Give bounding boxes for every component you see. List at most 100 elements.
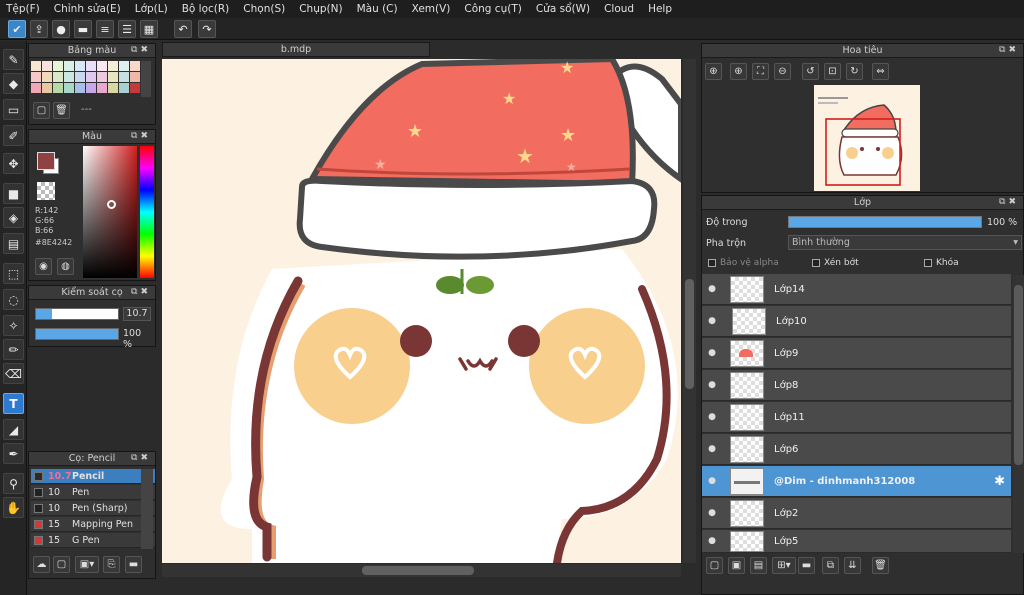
chat-icon[interactable]: ● [52,20,70,38]
layer-row-lop9[interactable]: ● Lớp9 [702,338,1011,369]
brush-add-icon[interactable]: ▣▾ [75,556,99,573]
menu-layer[interactable]: Lớp(L) [135,3,168,15]
layer-row-lop10[interactable]: ● Lớp10 [702,306,1011,337]
merge-layer-icon[interactable]: ⇊ [844,557,861,574]
picker-cursor[interactable] [107,200,116,209]
palette-swatch[interactable] [119,83,129,93]
layer-row-signature[interactable]: ● @Dim - dinhmanh312008 ✱ [702,466,1011,497]
brush-duplicate-icon[interactable]: ⎘ [103,556,120,573]
duplicate-layer-icon[interactable]: ⧉ [822,557,839,574]
text-tool-icon[interactable]: T [3,393,24,414]
lasso-tool-icon[interactable]: ◌ [3,289,24,310]
palette-swatch[interactable] [75,83,85,93]
palette-swatch[interactable] [86,72,96,82]
grid-icon[interactable]: ▦ [140,20,158,38]
panel-controls-icon[interactable]: ⧉✖ [131,287,151,297]
select-rect-tool-icon[interactable]: ⬚ [3,263,24,284]
menu-color[interactable]: Màu (C) [357,3,398,15]
saturation-value-picker[interactable] [83,146,137,278]
zoom-out-icon[interactable]: ⊖ [774,63,791,80]
brush-tool-icon[interactable]: ✎ [3,49,24,70]
comment-icon[interactable]: ▬ [74,20,92,38]
shape-tool-icon[interactable]: ◢ [3,419,24,440]
palette-swatch[interactable] [86,61,96,71]
brush-cloud-icon[interactable]: ☁ [33,556,50,573]
gradient-tool-icon[interactable]: ▤ [3,233,24,254]
palette-swatch[interactable] [53,83,63,93]
palette-swatch[interactable] [64,61,74,71]
panel-controls-icon[interactable]: ⧉✖ [131,453,151,463]
palette-swatch[interactable] [31,61,41,71]
layer-opacity-slider[interactable] [788,216,982,228]
visibility-icon[interactable]: ● [704,476,720,486]
menu-select[interactable]: Chọn(S) [243,3,285,15]
palette-swatch[interactable] [75,72,85,82]
palette-swatch[interactable] [31,72,41,82]
palette-swatch[interactable] [53,72,63,82]
layer-folder-icon[interactable]: ▬ [798,557,815,574]
eyedropper-tool-icon[interactable]: ⚲ [3,473,24,494]
layer-row-lop11[interactable]: ● Lớp11 [702,402,1011,433]
brush-size-slider[interactable] [35,308,119,320]
zoom-in-icon[interactable]: ⊕ [730,63,747,80]
hand-tool-icon[interactable]: ✋ [3,497,24,518]
flip-icon[interactable]: ⇔ [872,63,889,80]
list-icon[interactable]: ☰ [118,20,136,38]
palette-swatch[interactable] [97,72,107,82]
new-layer-icon[interactable]: ▢ [706,557,723,574]
brush-opacity-slider[interactable] [35,328,119,340]
trash-icon[interactable]: 🗑 [53,102,70,119]
layer-list-scrollbar[interactable] [1013,275,1024,553]
palette-swatch[interactable] [130,83,140,93]
menu-help[interactable]: Help [648,3,672,15]
gear-icon[interactable]: ✱ [994,474,1005,489]
palette-swatch[interactable] [119,72,129,82]
transparent-color[interactable] [37,182,55,200]
brush-list-scrollbar[interactable] [141,469,153,549]
reset-view-icon[interactable]: ⊡ [824,63,841,80]
undo-icon[interactable]: ↶ [174,20,192,38]
palette-swatch[interactable] [75,61,85,71]
palette-swatch[interactable] [42,83,52,93]
bucket-tool-icon[interactable]: ◈ [3,207,24,228]
palette-swatch[interactable] [97,83,107,93]
palette-swatches[interactable] [31,61,140,97]
menu-edit[interactable]: Chỉnh sửa(E) [54,3,121,15]
pen-tool-icon[interactable]: ✐ [3,125,24,146]
layer-row-lop2[interactable]: ● Lớp2 [702,498,1011,529]
visibility-icon[interactable]: ● [704,284,720,294]
clipping-checkbox[interactable]: Xén bớt [812,258,859,268]
visibility-icon[interactable]: ● [704,316,720,326]
rect-select-tool-icon[interactable]: ▭ [3,99,24,120]
brush-item-pen-sharp[interactable]: 10 Pen (Sharp) [31,501,155,516]
palette-swatch[interactable] [31,83,41,93]
hue-slider[interactable] [140,146,154,278]
palette-swatch[interactable] [119,61,129,71]
menu-tools[interactable]: Công cụ(T) [464,3,521,15]
visibility-icon[interactable]: ● [704,412,720,422]
delete-layer-icon[interactable]: 🗑 [872,557,889,574]
palette-scrollbar[interactable] [141,61,151,97]
move-tool-icon[interactable]: ✥ [3,153,24,174]
panel-controls-icon[interactable]: ⧉✖ [999,197,1019,207]
protect-alpha-checkbox[interactable]: Bảo vệ alpha [708,258,779,268]
menu-file[interactable]: Tệp(F) [6,3,40,15]
layer-row-lop8[interactable]: ● Lớp8 [702,370,1011,401]
menu-window[interactable]: Cửa sổ(W) [536,3,590,15]
panel-controls-icon[interactable]: ⧉✖ [131,131,151,141]
check-icon[interactable]: ✔ [8,20,26,38]
layer-scroll-thumb[interactable] [1014,285,1023,465]
visibility-icon[interactable]: ● [704,508,720,518]
select-pen-tool-icon[interactable]: ✏ [3,339,24,360]
palette-swatch[interactable] [53,61,63,71]
layer-row-lop14[interactable]: ● Lớp14 [702,274,1011,305]
palette-swatch[interactable] [108,61,118,71]
canvas-vertical-scrollbar[interactable] [683,59,696,563]
lock-checkbox[interactable]: Khóa [924,258,959,268]
canvas-horizontal-scrollbar[interactable] [162,564,681,577]
palette-swatch[interactable] [42,72,52,82]
foreground-color[interactable] [37,152,55,170]
palette-swatch[interactable] [86,83,96,93]
add-layer-menu-icon[interactable]: ⊞▾ [772,557,796,574]
palette-swatch[interactable] [130,72,140,82]
